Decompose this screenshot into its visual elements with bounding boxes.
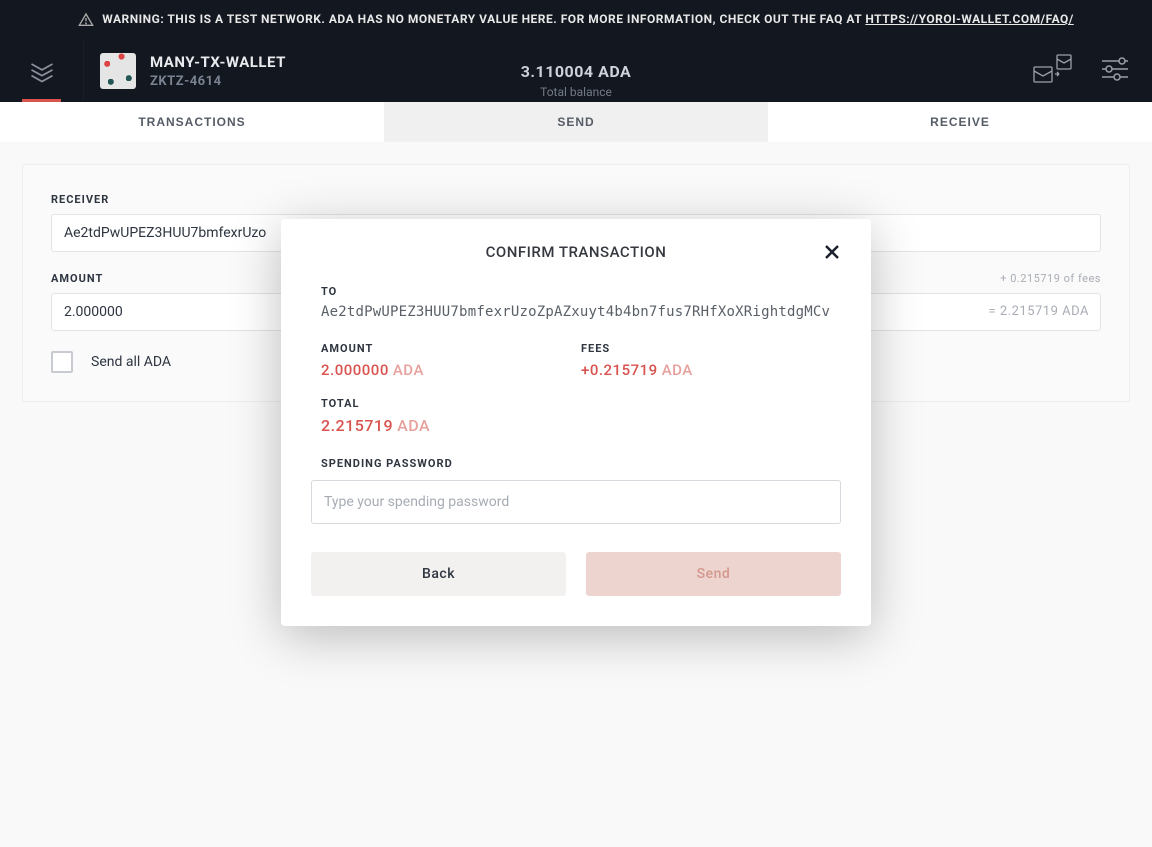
modal-total-value: 2.215719ADA bbox=[321, 416, 841, 435]
send-all-label: Send all ADA bbox=[91, 354, 171, 370]
app-logo[interactable] bbox=[0, 39, 84, 102]
back-button[interactable]: Back bbox=[311, 552, 566, 596]
modal-close-button[interactable] bbox=[819, 239, 845, 268]
total-balance-value: 3.110004 ADA bbox=[521, 62, 632, 81]
send-all-checkbox[interactable] bbox=[51, 351, 73, 373]
total-balance-label: Total balance bbox=[521, 85, 632, 99]
tab-send[interactable]: SEND bbox=[384, 102, 768, 142]
modal-fees-label: FEES bbox=[581, 342, 841, 355]
receiver-label: RECEIVER bbox=[51, 193, 1101, 206]
tab-receive[interactable]: RECEIVE bbox=[768, 102, 1152, 142]
balance-block: 3.110004 ADA Total balance bbox=[521, 62, 632, 99]
settings-icon[interactable] bbox=[1100, 56, 1130, 86]
modal-title: CONFIRM TRANSACTION bbox=[311, 243, 841, 261]
warning-faq-link[interactable]: HTTPS://YOROI-WALLET.COM/FAQ/ bbox=[865, 12, 1073, 26]
confirm-transaction-modal: CONFIRM TRANSACTION TO Ae2tdPwUPEZ3HUU7b… bbox=[281, 219, 871, 626]
warning-text: WARNING: THIS IS A TEST NETWORK. ADA HAS… bbox=[102, 10, 1074, 29]
warning-icon bbox=[78, 12, 94, 28]
tab-transactions[interactable]: TRANSACTIONS bbox=[0, 102, 384, 142]
wallets-icon[interactable] bbox=[1030, 53, 1074, 89]
spending-password-input[interactable] bbox=[311, 480, 841, 524]
spending-password-label: SPENDING PASSWORD bbox=[321, 457, 841, 470]
wallet-tabs: TRANSACTIONS SEND RECEIVE bbox=[0, 102, 1152, 142]
send-button[interactable]: Send bbox=[586, 552, 841, 596]
fees-hint: + 0.215719 of fees bbox=[1000, 272, 1101, 285]
modal-total-label: TOTAL bbox=[321, 397, 841, 410]
amount-equals-hint: = 2.215719 ADA bbox=[988, 304, 1089, 319]
modal-fees-value: +0.215719ADA bbox=[581, 361, 841, 379]
wallet-name: MANY-TX-WALLET bbox=[150, 53, 286, 71]
modal-to-label: TO bbox=[321, 285, 841, 298]
wallet-avatar-icon bbox=[100, 53, 136, 89]
wallet-info: MANY-TX-WALLET ZKTZ-4614 bbox=[84, 53, 286, 89]
modal-amount-label: AMOUNT bbox=[321, 342, 581, 355]
modal-to-address: Ae2tdPwUPEZ3HUU7bmfexrUzoZpAZxuyt4b4bn7f… bbox=[321, 304, 841, 320]
wallet-plate-id: ZKTZ-4614 bbox=[150, 74, 286, 89]
modal-amount-value: 2.000000ADA bbox=[321, 361, 581, 379]
app-header: MANY-TX-WALLET ZKTZ-4614 3.110004 ADA To… bbox=[0, 39, 1152, 102]
testnet-warning-bar: WARNING: THIS IS A TEST NETWORK. ADA HAS… bbox=[0, 0, 1152, 39]
